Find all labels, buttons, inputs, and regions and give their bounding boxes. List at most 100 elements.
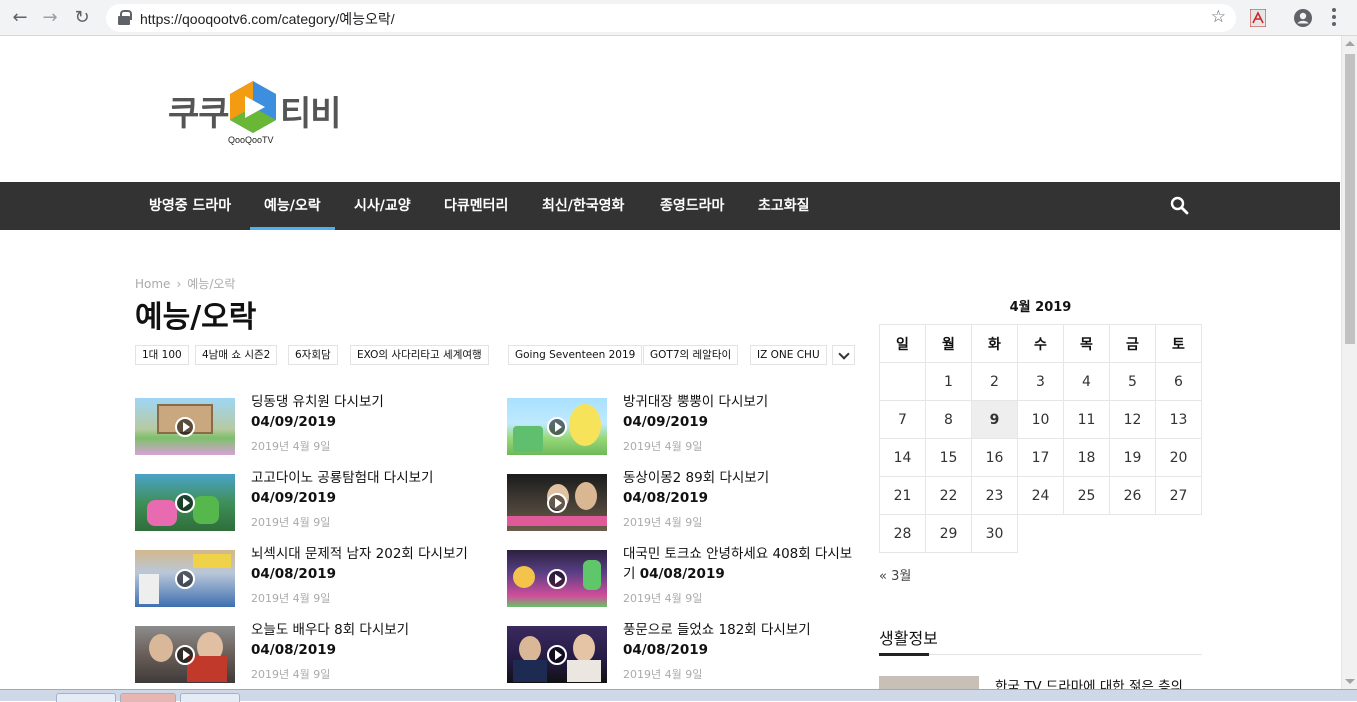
post-title[interactable]: 방귀대장 뿡뿡이 다시보기 04/09/2019 [623, 392, 853, 432]
play-icon [175, 645, 195, 665]
calendar-day: 2 [971, 362, 1018, 401]
nav-item-movies[interactable]: 최신/한국영화 [528, 182, 638, 230]
post-date: 2019년 4월 9일 [251, 516, 331, 529]
calendar-day: 7 [879, 400, 926, 439]
browser-toolbar: ← → ↻ https://qooqootv6.com/category/예능오… [0, 0, 1357, 36]
calendar-day: 26 [1109, 476, 1156, 515]
sidebar-post-thumbnail[interactable] [879, 676, 979, 689]
post-item[interactable]: 고고다이노 공룡탐험대 다시보기 04/09/2019 2019년 4월 9일 [135, 470, 485, 534]
menu-icon[interactable] [1332, 8, 1336, 28]
post-thumbnail[interactable] [507, 474, 607, 531]
calendar-day: 22 [925, 476, 972, 515]
calendar-day: 4 [1063, 362, 1110, 401]
tag-item[interactable]: IZ ONE CHU [750, 345, 827, 365]
calendar-day [879, 362, 926, 401]
post-thumbnail[interactable] [135, 626, 235, 683]
post-item[interactable]: 뇌섹시대 문제적 남자 202회 다시보기 04/08/2019 2019년 4… [135, 546, 485, 610]
nav-item-documentary[interactable]: 다큐멘터리 [430, 182, 522, 230]
calendar: 일 월 화 수 목 금 토 1 2 3 4 5 6 7 8 9 10 11 12… [879, 324, 1202, 553]
tag-item[interactable]: 4남매 쇼 시즌2 [195, 345, 278, 365]
calendar-day: 17 [1017, 438, 1064, 477]
post-title[interactable]: 동상이몽2 89회 다시보기 04/08/2019 [623, 468, 853, 508]
tag-item[interactable]: 6자회담 [288, 345, 338, 365]
breadcrumb-current[interactable]: 예능/오락 [187, 277, 235, 291]
calendar-day: 29 [925, 514, 972, 553]
breadcrumb-home[interactable]: Home [135, 277, 170, 291]
post-title[interactable]: 대국민 토크쇼 안녕하세요 408회 다시보기 04/08/2019 [623, 544, 853, 584]
post-title[interactable]: 딩동댕 유치원 다시보기 04/09/2019 [251, 392, 481, 432]
nav-item-drama[interactable]: 방영중 드라마 [135, 182, 245, 230]
calendar-weekday: 수 [1017, 324, 1064, 363]
calendar-day: 24 [1017, 476, 1064, 515]
post-item[interactable]: 방귀대장 뿡뿡이 다시보기 04/09/2019 2019년 4월 9일 [507, 394, 857, 458]
account-icon[interactable] [1293, 8, 1313, 28]
calendar-day: 25 [1063, 476, 1110, 515]
post-item[interactable]: 오늘도 배우다 8회 다시보기 04/08/2019 2019년 4월 9일 [135, 622, 485, 686]
chevron-down-icon[interactable] [832, 345, 855, 365]
logo-text-right: 티비 [280, 94, 342, 134]
post-item[interactable]: 동상이몽2 89회 다시보기 04/08/2019 2019년 4월 9일 [507, 470, 857, 534]
post-thumbnail[interactable] [135, 398, 235, 455]
tag-item[interactable]: Going Seventeen 2019 [508, 345, 643, 365]
calendar-day: 19 [1109, 438, 1156, 477]
calendar-day: 13 [1155, 400, 1202, 439]
search-icon[interactable] [1170, 196, 1190, 216]
logo-play-icon [230, 81, 276, 133]
post-item[interactable]: 대국민 토크쇼 안녕하세요 408회 다시보기 04/08/2019 2019년… [507, 546, 857, 610]
calendar-day: 11 [1063, 400, 1110, 439]
calendar-day: 16 [971, 438, 1018, 477]
tag-item[interactable]: 1대 100 [135, 345, 189, 365]
url-text: https://qooqootv6.com/category/예능오락/ [140, 11, 395, 27]
tag-item[interactable]: GOT7의 레알타이 [643, 345, 739, 365]
post-thumbnail[interactable] [507, 550, 607, 607]
nav-item-ended-drama[interactable]: 종영드라마 [646, 182, 738, 230]
post-item[interactable]: 딩동댕 유치원 다시보기 04/09/2019 2019년 4월 9일 [135, 394, 485, 458]
logo-text-left: 쿠쿠 [168, 94, 230, 134]
calendar-day: 12 [1109, 400, 1156, 439]
post-date: 2019년 4월 9일 [623, 668, 703, 681]
play-icon [175, 493, 195, 513]
post-title[interactable]: 고고다이노 공룡탐험대 다시보기 04/09/2019 [251, 468, 481, 508]
post-title[interactable]: 뇌섹시대 문제적 남자 202회 다시보기 04/08/2019 [251, 544, 481, 584]
breadcrumb-chevron-icon: › [176, 277, 182, 291]
post-thumbnail[interactable] [135, 474, 235, 531]
post-date: 2019년 4월 9일 [251, 592, 331, 605]
scroll-up-icon[interactable] [1345, 41, 1355, 46]
post-thumbnail[interactable] [135, 550, 235, 607]
address-bar[interactable]: https://qooqootv6.com/category/예능오락/ ☆ [106, 4, 1236, 32]
post-date: 2019년 4월 9일 [623, 440, 703, 453]
play-icon [175, 569, 195, 589]
post-title[interactable]: 풍문으로 들었쇼 182회 다시보기 04/08/2019 [623, 620, 853, 660]
reload-icon[interactable]: ↻ [70, 6, 94, 30]
play-icon [547, 493, 567, 513]
forward-icon[interactable]: → [38, 6, 62, 30]
nav-item-current-affairs[interactable]: 시사/교양 [340, 182, 425, 230]
page-title: 예능/오락 [135, 300, 257, 335]
calendar-weekday: 목 [1063, 324, 1110, 363]
post-item[interactable]: 풍문으로 들었쇼 182회 다시보기 04/08/2019 2019년 4월 9일 [507, 622, 857, 686]
calendar-day: 10 [1017, 400, 1064, 439]
scrollbar-thumb[interactable] [1345, 54, 1355, 344]
post-date: 2019년 4월 9일 [251, 440, 331, 453]
pdf-extension-icon[interactable] [1250, 9, 1266, 27]
scroll-down-icon[interactable] [1345, 679, 1355, 684]
post-thumbnail[interactable] [507, 398, 607, 455]
calendar-day-today: 9 [971, 400, 1018, 439]
page-scrollbar[interactable] [1341, 36, 1357, 689]
post-title[interactable]: 오늘도 배우다 8회 다시보기 04/08/2019 [251, 620, 481, 660]
bookmark-star-icon[interactable]: ☆ [1211, 7, 1226, 27]
calendar-day: 20 [1155, 438, 1202, 477]
tag-item[interactable]: EXO의 사다리타고 세계여행 [350, 345, 489, 365]
calendar-weekday: 금 [1109, 324, 1156, 363]
nav-item-entertainment[interactable]: 예능/오락 [250, 182, 335, 230]
post-thumbnail[interactable] [507, 626, 607, 683]
breadcrumb: Home › 예능/오락 [135, 275, 235, 292]
nav-item-hd[interactable]: 초고화질 [744, 182, 824, 230]
calendar-caption: 4월 2019 [1009, 300, 1072, 315]
site-logo[interactable]: 쿠쿠 티비 QooQooTV [168, 80, 348, 150]
back-icon[interactable]: ← [8, 6, 32, 30]
calendar-prev-month-link[interactable]: « 3월 [879, 565, 911, 584]
calendar-empty-cell [1017, 514, 1202, 553]
logo-subtitle: QooQooTV [228, 135, 274, 145]
main-navigation: 방영중 드라마 예능/오락 시사/교양 다큐멘터리 최신/한국영화 종영드라마 … [0, 182, 1340, 230]
